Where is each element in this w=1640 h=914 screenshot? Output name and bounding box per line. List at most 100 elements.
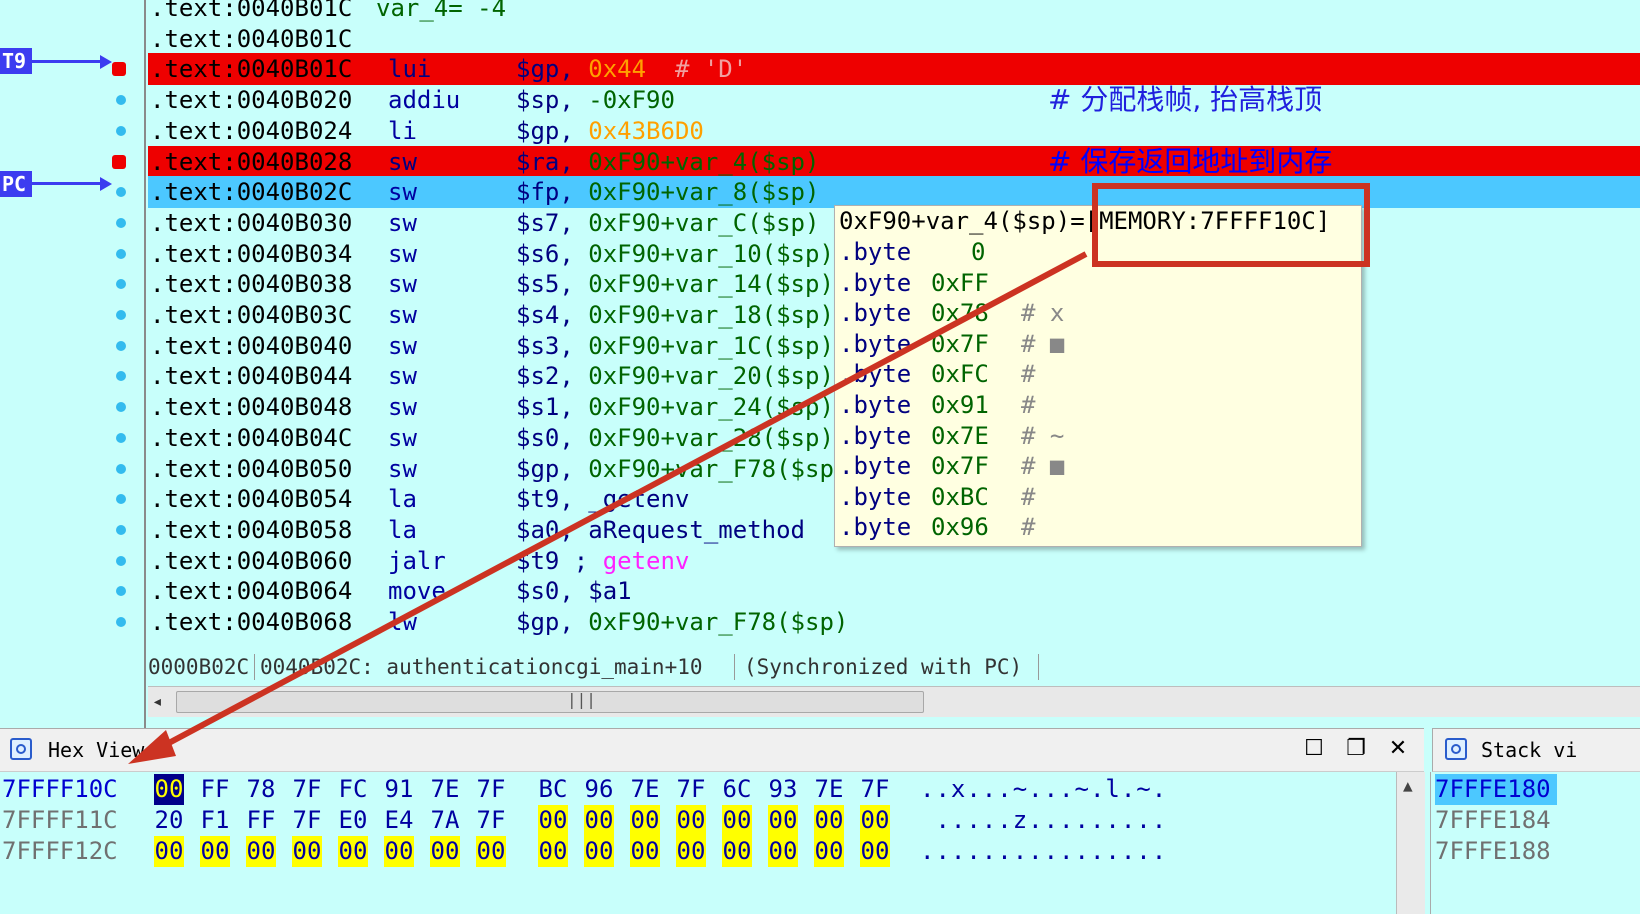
hex-byte[interactable]: 7F <box>476 774 506 805</box>
disasm-row[interactable]: .text:0040B01C lui $gp, 0x44 # 'D' <box>148 53 1640 85</box>
hex-byte[interactable]: FF <box>200 774 230 805</box>
disasm-mnemonic: sw <box>388 209 417 237</box>
hex-byte[interactable]: E4 <box>384 805 414 836</box>
hex-byte[interactable]: 91 <box>384 774 414 805</box>
scroll-up-icon[interactable]: ▲ <box>1403 776 1413 795</box>
line-dot-icon[interactable] <box>116 249 126 259</box>
byte-comment: # <box>1021 391 1036 419</box>
hex-byte[interactable]: 00 <box>676 836 706 867</box>
disasm-operands: $s6, 0xF90+var_10($sp) <box>516 238 834 270</box>
hex-byte[interactable]: 00 <box>814 836 844 867</box>
disasm-row[interactable]: .text:0040B064 move $s0, $a1 <box>148 575 1640 607</box>
hex-byte[interactable]: 00 <box>246 836 276 867</box>
line-dot-icon[interactable] <box>116 433 126 443</box>
byte-keyword: .byte <box>839 238 912 266</box>
restore-icon[interactable]: ❐ <box>1342 735 1370 763</box>
hex-byte[interactable]: 00 <box>722 805 752 836</box>
hex-byte[interactable]: 7E <box>430 774 460 805</box>
hex-byte[interactable]: 7F <box>676 774 706 805</box>
hex-byte[interactable]: 00 <box>676 805 706 836</box>
hex-byte[interactable]: 00 <box>860 805 890 836</box>
operand-value: -0xF90 <box>588 86 675 114</box>
hex-byte[interactable]: 7F <box>860 774 890 805</box>
line-dot-icon[interactable] <box>116 95 126 105</box>
hex-byte[interactable]: 00 <box>154 774 184 805</box>
disasm-row[interactable]: .text:0040B068 lw $gp, 0xF90+var_F78($sp) <box>148 606 1640 638</box>
hex-byte[interactable]: 00 <box>292 836 322 867</box>
line-dot-icon[interactable] <box>116 126 126 136</box>
hex-byte[interactable]: 00 <box>630 805 660 836</box>
line-dot-icon[interactable] <box>116 586 126 596</box>
scroll-thumb[interactable]: ||| <box>176 690 924 713</box>
hex-byte[interactable]: 00 <box>584 836 614 867</box>
stack-view[interactable]: 7FFFE180 7FFFE184 7FFFE188 <box>1430 772 1640 914</box>
hex-byte[interactable]: 7F <box>476 805 506 836</box>
disasm-row[interactable]: .text:0040B028 sw $ra, 0xF90+var_4($sp) # 保… <box>148 146 1640 178</box>
line-dot-icon[interactable] <box>116 525 126 535</box>
disasm-operands: $s5, 0xF90+var_14($sp) <box>516 268 834 300</box>
hex-byte[interactable]: 78 <box>246 774 276 805</box>
disasm-mnemonic: sw <box>388 393 417 421</box>
line-dot-icon[interactable] <box>116 464 126 474</box>
line-dot-icon[interactable] <box>116 341 126 351</box>
hex-byte[interactable]: 00 <box>630 836 660 867</box>
breakpoint-icon[interactable] <box>112 155 126 169</box>
breakpoint-icon[interactable] <box>112 62 126 76</box>
hex-byte[interactable]: 00 <box>384 836 414 867</box>
stack-address[interactable]: 7FFFE188 <box>1435 836 1551 867</box>
hex-byte[interactable]: 00 <box>430 836 460 867</box>
hex-byte[interactable]: 00 <box>584 805 614 836</box>
hex-byte[interactable]: FF <box>246 805 276 836</box>
hex-byte[interactable]: 7A <box>430 805 460 836</box>
line-dot-icon[interactable] <box>116 556 126 566</box>
hex-byte[interactable]: 20 <box>154 805 184 836</box>
hex-byte[interactable]: BC <box>538 774 568 805</box>
disasm-mnemonic: addiu <box>388 86 461 114</box>
line-dot-icon[interactable] <box>116 494 126 504</box>
disasm-row[interactable]: .text:0040B024 li $gp, 0x43B6D0 <box>148 115 1640 147</box>
disasm-row[interactable]: .text:0040B020 addiu $sp, -0xF90 # 分配栈帧, 抬高… <box>148 84 1640 116</box>
line-dot-icon[interactable] <box>116 310 126 320</box>
hex-byte[interactable]: 7F <box>292 774 322 805</box>
hex-byte[interactable]: FC <box>338 774 368 805</box>
hex-byte[interactable]: 7E <box>630 774 660 805</box>
hex-byte[interactable]: 00 <box>722 836 752 867</box>
hex-vertical-scrollbar[interactable]: ▲ <box>1396 772 1425 914</box>
hex-byte[interactable]: 7E <box>814 774 844 805</box>
close-icon[interactable]: ✕ <box>1384 735 1412 763</box>
hex-byte[interactable]: 93 <box>768 774 798 805</box>
maximize-icon[interactable]: ☐ <box>1300 735 1328 763</box>
hex-view-titlebar: Hex View-1 ☐ ❐ ✕ <box>0 728 1424 772</box>
disasm-row[interactable]: .text:0040B060 jalr $t9 ; getenv <box>148 545 1640 577</box>
stack-address[interactable]: 7FFFE180 <box>1435 774 1557 805</box>
hex-view[interactable]: 7FFFF10C 00 FF 78 7F FC 91 7E 7F BC 96 7E 7F 6C 93 7E 7F… <box>0 772 1400 914</box>
hex-byte[interactable]: 00 <box>476 836 506 867</box>
line-dot-icon[interactable] <box>116 218 126 228</box>
hex-byte[interactable]: 6C <box>722 774 752 805</box>
stack-address[interactable]: 7FFFE184 <box>1435 805 1551 836</box>
hex-byte[interactable]: 96 <box>584 774 614 805</box>
line-dot-icon[interactable] <box>116 617 126 627</box>
hex-byte[interactable]: 00 <box>768 805 798 836</box>
line-dot-icon[interactable] <box>116 279 126 289</box>
hex-byte[interactable]: F1 <box>200 805 230 836</box>
hex-byte[interactable]: E0 <box>338 805 368 836</box>
hex-byte[interactable]: 00 <box>538 836 568 867</box>
hex-byte[interactable]: 00 <box>768 836 798 867</box>
hex-byte[interactable]: 00 <box>538 805 568 836</box>
scroll-left-icon[interactable]: ◂ <box>152 691 163 712</box>
hex-byte[interactable]: 00 <box>814 805 844 836</box>
horizontal-scrollbar[interactable]: ◂ ||| <box>148 686 1640 717</box>
line-dot-icon[interactable] <box>116 371 126 381</box>
hex-address: 7FFFF11C <box>2 806 118 834</box>
disasm-row[interactable]: .text:0040B02C sw $fp, 0xF90+var_8($sp) <box>148 176 1640 208</box>
hex-byte[interactable]: 00 <box>200 836 230 867</box>
disasm-row[interactable]: .text:0040B01C <box>148 23 1640 55</box>
hex-byte[interactable]: 00 <box>154 836 184 867</box>
hex-byte[interactable]: 7F <box>292 805 322 836</box>
disasm-row[interactable]: .text:0040B01C var_4= -4 <box>148 0 1640 24</box>
line-dot-icon[interactable] <box>116 187 126 197</box>
hex-byte[interactable]: 00 <box>338 836 368 867</box>
line-dot-icon[interactable] <box>116 402 126 412</box>
hex-byte[interactable]: 00 <box>860 836 890 867</box>
